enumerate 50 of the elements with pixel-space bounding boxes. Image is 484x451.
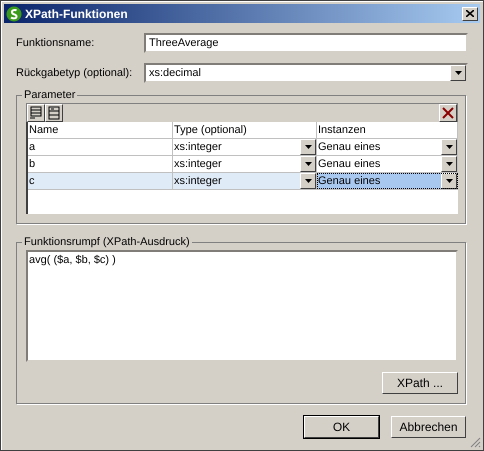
dropdown-button[interactable] bbox=[300, 156, 316, 172]
dropdown-button[interactable] bbox=[300, 139, 316, 155]
type-dropdown[interactable]: xs:integer bbox=[173, 139, 317, 155]
table-cell: c bbox=[28, 173, 173, 189]
type-dropdown[interactable]: xs:integer bbox=[173, 173, 317, 189]
field-label: Rückgabetyp (optional): bbox=[16, 67, 134, 79]
append-row-icon bbox=[29, 106, 43, 120]
field-label: Funktionsname: bbox=[16, 37, 96, 49]
delete-icon bbox=[442, 107, 454, 119]
caret-icon bbox=[304, 179, 312, 183]
column-header: Type (optional) bbox=[173, 122, 317, 138]
column-header: Name bbox=[28, 122, 173, 138]
group-title: Funktionsrumpf (XPath-Ausdruck) bbox=[23, 236, 191, 248]
instances-dropdown[interactable]: Genau eines bbox=[317, 139, 458, 155]
group-title: Parameter bbox=[23, 89, 76, 101]
caret-icon bbox=[304, 145, 312, 149]
table-cell: b bbox=[28, 156, 173, 172]
expression-field[interactable]: avg( ($a, $b, $c) ) bbox=[26, 250, 458, 362]
dropdown-button[interactable] bbox=[441, 173, 457, 189]
caret-icon bbox=[304, 162, 312, 166]
type-dropdown[interactable]: xs:integer bbox=[173, 156, 317, 172]
function-name-field[interactable]: ThreeAverage bbox=[144, 33, 468, 53]
insert-row-button[interactable] bbox=[45, 104, 63, 122]
table-cell: a bbox=[28, 139, 173, 155]
parameter-row[interactable]: a xs:integer Genau eines bbox=[28, 139, 458, 156]
app-logo-icon bbox=[6, 6, 22, 22]
dropdown-button[interactable] bbox=[441, 139, 457, 155]
delete-button[interactable] bbox=[439, 104, 457, 122]
dialog-button[interactable]: Abbrechen bbox=[391, 416, 466, 438]
parameter-row[interactable]: b xs:integer Genau eines bbox=[28, 156, 458, 173]
resize-grip-icon[interactable] bbox=[470, 437, 481, 448]
dropdown-button[interactable] bbox=[441, 156, 457, 172]
insert-row-icon bbox=[47, 106, 61, 120]
instances-dropdown[interactable]: Genau eines bbox=[317, 173, 458, 189]
column-header: Instanzen bbox=[317, 122, 458, 138]
caret-icon bbox=[446, 162, 452, 166]
caret-icon bbox=[446, 145, 452, 149]
window-title: XPath-Funktionen bbox=[25, 6, 129, 20]
dropdown-button[interactable] bbox=[450, 65, 466, 81]
append-row-button[interactable] bbox=[27, 104, 45, 122]
close-button[interactable] bbox=[462, 6, 478, 20]
instances-dropdown[interactable]: Genau eines bbox=[317, 156, 458, 172]
caret-icon bbox=[446, 179, 452, 183]
xpath-button[interactable]: XPath ... bbox=[382, 372, 458, 394]
dropdown-button[interactable] bbox=[300, 173, 316, 189]
return-type-dropdown[interactable]: xs:decimal bbox=[144, 63, 468, 83]
caret-icon bbox=[454, 71, 462, 75]
close-icon bbox=[466, 10, 474, 17]
parameter-row[interactable]: c xs:integer Genau eines bbox=[28, 173, 458, 190]
dialog-button[interactable]: OK bbox=[304, 416, 379, 438]
